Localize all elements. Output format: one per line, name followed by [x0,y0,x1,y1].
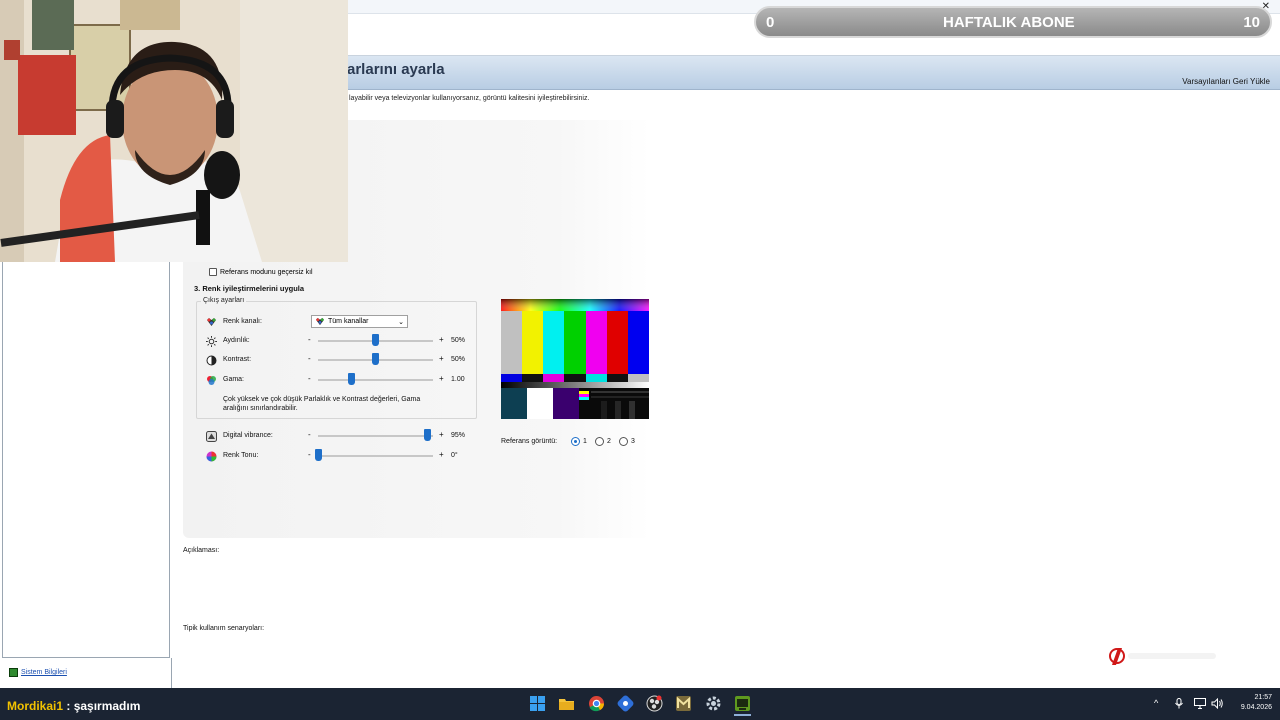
network-icon[interactable] [1194,698,1206,711]
reference-option-1[interactable]: 1 [571,437,587,446]
vibrance-plus[interactable]: + [439,430,444,439]
reference-option-3-label: 3 [631,438,635,445]
brightness-label: Aydınlık: [223,337,250,344]
override-reference-label: Referans modunu geçersiz kıl [220,268,313,276]
contrast-icon [206,355,217,368]
nvidia-control-panel-icon[interactable] [734,695,751,712]
chat-text: şaşırmadım [73,699,141,713]
chat-message: Mordikai1 : şaşırmadım [7,699,140,713]
vibrance-value: 95% [451,432,466,439]
channel-label: Renk kanalı: [223,318,262,325]
hue-slider-track[interactable] [318,455,433,457]
description-label: Açıklaması: [183,547,220,554]
gamma-minus[interactable]: - [308,374,311,383]
clock-time: 21:57 [1254,694,1272,701]
hue-slider-thumb[interactable] [314,449,322,461]
typical-usage-label: Tipik kullanım senaryoları: [183,625,265,632]
gamma-label: Gama: [223,376,245,383]
goal-title: HAFTALIK ABONE [943,13,1075,31]
system-info-label[interactable]: Sistem Bilgileri [21,669,67,676]
hue-icon [206,451,217,464]
brightness-minus[interactable]: - [308,335,311,344]
brightness-icon [206,336,217,349]
contrast-value: 50% [451,356,466,363]
contrast-label: Kontrast: [223,356,252,363]
gamma-value: 1.00 [451,376,465,383]
page-subtitle: layabilir veya televizyonlar kullanıyors… [349,95,590,102]
hue-value: 0° [451,452,458,459]
obs-icon[interactable] [646,695,663,712]
subscriber-goal-bar: 0 HAFTALIK ABONE 10 [754,6,1272,38]
channel-dropdown-icon [315,317,325,326]
watermark-logo [1108,645,1220,669]
brightness-plus[interactable]: + [439,335,444,344]
reference-label: Referans görüntü: [501,438,558,445]
reference-image [501,299,649,419]
contrast-slider-thumb[interactable] [372,353,379,365]
chevron-down-icon: ⌄ [398,318,404,326]
tray-chevron-up-icon[interactable]: ^ [1154,698,1158,708]
reference-radio-3[interactable] [619,437,628,446]
system-info-icon [9,668,18,677]
volume-icon[interactable] [1211,697,1223,711]
vibrance-label: Digital vibrance: [223,432,273,439]
vibrance-slider-thumb[interactable] [423,429,431,441]
gamma-slider-thumb[interactable] [347,373,355,385]
reference-option-2-label: 2 [607,438,611,445]
reference-option-3[interactable]: 3 [619,437,635,446]
range-note: Çok yüksek ve çok düşük Parlaklık ve Kon… [223,396,421,412]
chrome-icon[interactable] [588,695,605,712]
chat-separator: : [63,699,74,713]
active-app-indicator [734,714,751,716]
system-info-link[interactable]: Sistem Bilgileri [9,668,67,677]
chat-user: Mordikai1 [7,699,64,713]
microphone-icon[interactable] [1174,698,1184,711]
reference-option-2[interactable]: 2 [595,437,611,446]
channel-icon [206,317,217,329]
brightness-slider-thumb[interactable] [372,334,379,346]
hue-plus[interactable]: + [439,450,444,459]
reference-radio-1[interactable] [571,437,580,446]
gamma-slider-track[interactable] [318,379,433,381]
override-reference-checkbox[interactable] [209,268,217,276]
hue-label: Renk Tonu: [223,452,259,459]
contrast-minus[interactable]: - [308,354,311,363]
channel-dropdown-value: Tüm kanallar [328,318,369,325]
taskbar [0,688,1280,720]
vibrance-minus[interactable]: - [308,430,311,439]
taskbar-clock[interactable]: 21:57 9.04.2026 [1228,693,1272,713]
webcam-overlay [0,0,348,262]
contrast-plus[interactable]: + [439,354,444,363]
clock-date: 9.04.2026 [1240,704,1272,711]
settings-gear-icon[interactable] [705,695,722,712]
channel-dropdown[interactable]: Tüm kanallar ⌄ [311,315,408,328]
gamma-icon [206,375,217,388]
windows-start-icon[interactable] [529,695,546,712]
file-explorer-icon[interactable] [558,695,575,712]
vibrance-slider-track[interactable] [318,435,433,437]
page-title: arlarını ayarla [347,61,445,78]
hue-minus[interactable]: - [308,450,311,459]
game-icon[interactable] [675,695,692,712]
output-settings-label: Çıkış ayarları [201,297,247,304]
app-icon-blue[interactable] [617,695,634,712]
goal-end: 10 [1243,13,1260,31]
gamma-plus[interactable]: + [439,374,444,383]
goal-start: 0 [766,13,775,31]
brightness-value: 50% [451,337,466,344]
override-reference-row[interactable]: Referans modunu geçersiz kıl [209,268,313,276]
reference-option-1-label: 1 [583,438,587,445]
restore-defaults-link[interactable]: Varsayılanları Geri Yükle [1182,77,1270,86]
section-heading: 3. Renk iyileştirmelerini uygula [194,284,305,293]
reference-radio-2[interactable] [595,437,604,446]
vibrance-icon [206,431,217,444]
task-tree-panel[interactable] [2,260,170,658]
